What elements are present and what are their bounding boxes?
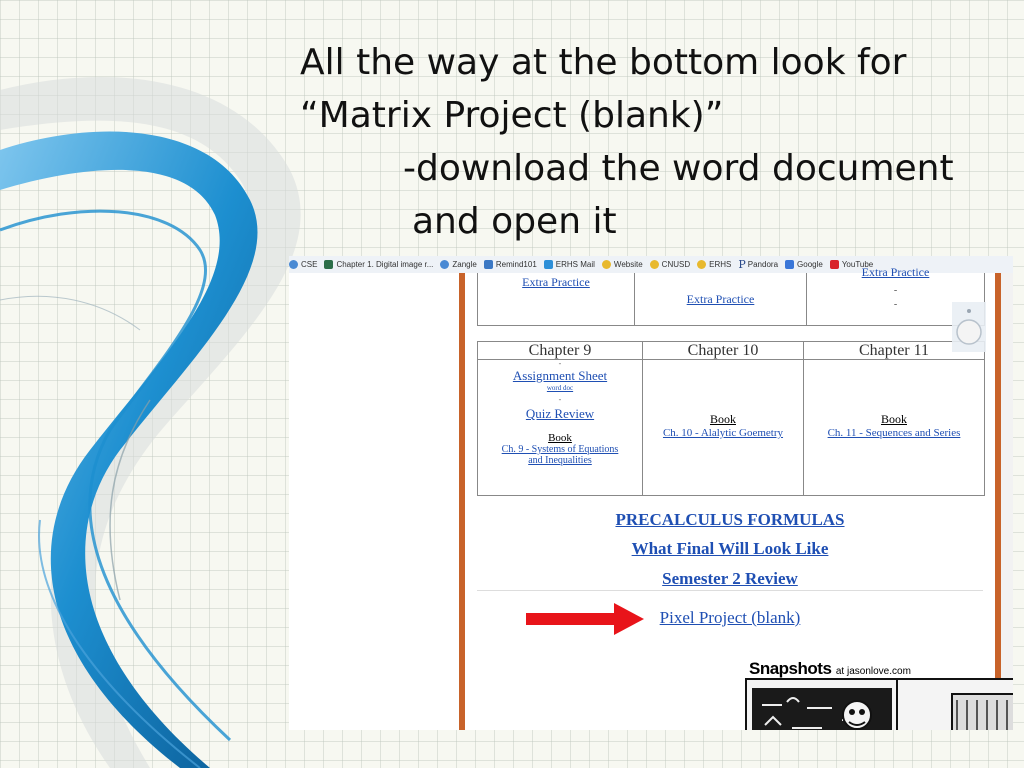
chapter-11-book-link[interactable]: Ch. 11 - Sequences and Series (804, 427, 984, 439)
chapter-9-book-link[interactable]: Ch. 9 - Systems of Equations (478, 444, 642, 455)
page-left-margin (289, 273, 459, 730)
mail-icon (543, 260, 553, 269)
chapter-9-cell: - Assignment Sheet word doc - Quiz Revie… (478, 359, 642, 467)
header-chapter-9: Chapter 9 (478, 342, 642, 360)
final-preview-link[interactable]: What Final Will Look Like (465, 539, 995, 559)
extra-practice-link[interactable]: Extra Practice (635, 292, 806, 307)
page-icon (324, 260, 334, 269)
chapter-10-book-link[interactable]: Ch. 10 - Alalytic Goemetry (643, 427, 803, 439)
assignment-sheet-link[interactable]: Assignment Sheet (478, 368, 642, 384)
instruction-line-3: -download the word document (403, 148, 954, 189)
quiz-review-link[interactable]: Quiz Review (478, 406, 642, 422)
folder-icon (601, 260, 611, 269)
divider (477, 590, 983, 591)
pandora-icon: P (738, 258, 746, 271)
snapshots-site: at jasonlove.com (835, 666, 911, 677)
header-chapter-10: Chapter 10 (643, 342, 803, 360)
page-icon (483, 260, 493, 269)
slide-instructions: All the way at the bottom look for “Matr… (300, 36, 1000, 248)
instruction-line-2: “Matrix Project (blank)” (300, 95, 724, 136)
book-label: Book (709, 412, 736, 426)
chapter-11-cell: Book Ch. 11 - Sequences and Series (804, 412, 984, 439)
book-label: Book (880, 412, 907, 426)
chapters-table: Chapter 9 Chapter 10 Chapter 11 - Assign… (477, 341, 985, 496)
bookmark-zangle[interactable]: Zangle (440, 260, 477, 269)
precalculus-formulas-link[interactable]: PRECALCULUS FORMULAS (465, 510, 995, 530)
extra-practice-link[interactable]: Extra Practice (478, 275, 634, 290)
bookmark-cnusd[interactable]: CNUSD (649, 260, 690, 269)
page-content: Extra Practice Extra Practice Extra Prac… (465, 265, 1013, 730)
book-label: Book (548, 432, 572, 444)
instruction-line-1: All the way at the bottom look for (300, 42, 907, 83)
semester-2-review-link[interactable]: Semester 2 Review (465, 569, 995, 589)
bookmark-erhs[interactable]: ERHS (697, 260, 731, 269)
page-right-gutter (1001, 273, 1013, 730)
dash: - (893, 285, 898, 296)
snapshots-header: Snapshots at jasonlove.com (749, 659, 911, 679)
dash: - (558, 395, 562, 404)
comic-image (745, 678, 1013, 730)
instruction-line-4: and open it (412, 201, 617, 242)
extra-practice-link-faded[interactable]: Extra Practice (807, 265, 984, 280)
snapshots-title: Snapshots (749, 659, 832, 678)
google-icon (785, 260, 795, 269)
scroll-knob[interactable] (952, 302, 986, 352)
folder-icon (697, 260, 707, 269)
red-arrow-pointer (526, 603, 644, 635)
bookmark-remind101[interactable]: Remind101 (483, 260, 537, 269)
chapter-9-book-link-cont[interactable]: and Inequalities (478, 455, 642, 466)
folder-icon (649, 260, 659, 269)
bookmark-chapter1[interactable]: Chapter 1. Digital image r... (324, 260, 433, 269)
word-doc-link[interactable]: word doc (478, 384, 642, 392)
previous-table: Extra Practice Extra Practice Extra Prac… (477, 265, 985, 326)
bookmark-cse[interactable]: CSE (289, 260, 317, 269)
bookmark-erhs-mail[interactable]: ERHS Mail (543, 260, 595, 269)
globe-icon (289, 260, 298, 269)
globe-icon (440, 260, 450, 269)
bookmark-website[interactable]: Website (601, 260, 643, 269)
bookmark-pandora[interactable]: P Pandora (738, 258, 778, 271)
browser-screenshot: CSE Chapter 1. Digital image r... Zangle… (289, 256, 1013, 730)
chapter-10-cell: Book Ch. 10 - Alalytic Goemetry (643, 412, 803, 439)
dash: - (558, 359, 562, 368)
